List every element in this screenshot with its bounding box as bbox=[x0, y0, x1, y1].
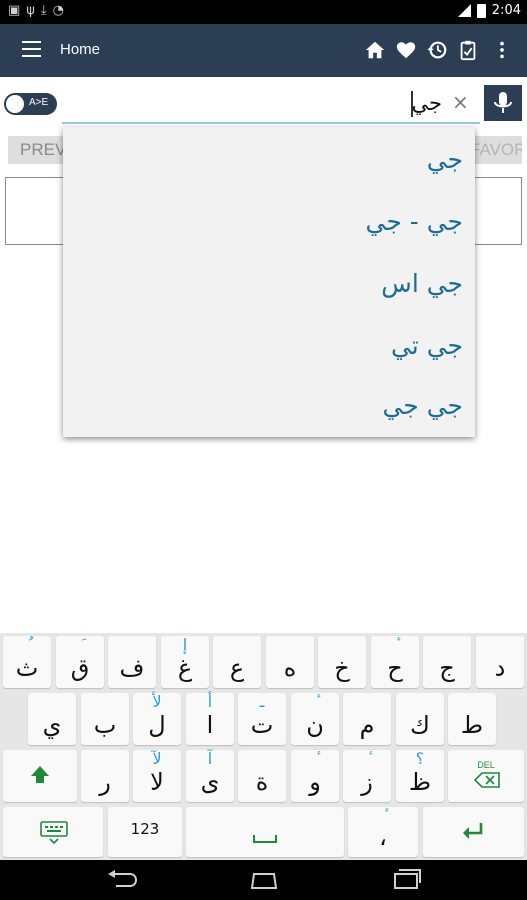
suggestion-item[interactable]: جي bbox=[427, 145, 463, 174]
key[interactable]: ة bbox=[238, 750, 286, 802]
recent-apps-icon[interactable] bbox=[391, 868, 423, 892]
language-direction-toggle[interactable]: A>E bbox=[4, 93, 57, 115]
app-bar: Home bbox=[0, 24, 527, 77]
clear-icon[interactable]: × bbox=[452, 90, 469, 114]
history-icon[interactable] bbox=[426, 39, 448, 61]
toggle-label: A>E bbox=[29, 97, 49, 108]
signal-icon bbox=[457, 4, 471, 17]
search-input[interactable] bbox=[62, 88, 442, 118]
delete-label: DEL bbox=[477, 760, 495, 770]
enter-key[interactable] bbox=[423, 807, 524, 857]
keyboard-settings-key[interactable] bbox=[3, 807, 103, 857]
usb-icon: ψ bbox=[26, 3, 41, 18]
search-underline bbox=[62, 122, 480, 124]
suggestion-item[interactable]: جي اس bbox=[381, 269, 463, 298]
clipboard-icon[interactable] bbox=[457, 39, 479, 61]
key[interactable]: ٔن bbox=[291, 693, 339, 745]
shift-icon bbox=[31, 766, 49, 783]
suggestion-item[interactable]: جي جي bbox=[382, 391, 463, 420]
key[interactable]: ج bbox=[423, 636, 471, 688]
key[interactable]: ٔح bbox=[371, 636, 419, 688]
key[interactable]: ب bbox=[81, 693, 129, 745]
key[interactable]: خ bbox=[318, 636, 366, 688]
back-icon[interactable] bbox=[106, 870, 138, 890]
key[interactable]: ـت bbox=[238, 693, 286, 745]
battery-icon bbox=[476, 3, 486, 18]
heart-icon[interactable] bbox=[395, 39, 417, 61]
previous-button[interactable]: PREVIOUS bbox=[8, 136, 68, 164]
key[interactable]: ع bbox=[213, 636, 261, 688]
key[interactable]: آى bbox=[186, 750, 234, 802]
arabic-keyboard: ُث َق ف إغ ع ه خ ٔح ج د ي ب لأل أا ـت ٔن… bbox=[0, 633, 527, 860]
suggestion-dropdown: جي جي - جي جي اس جي تي جي جي bbox=[63, 127, 475, 437]
toggle-knob bbox=[6, 95, 24, 113]
key[interactable]: ٔز bbox=[343, 750, 391, 802]
home-nav-icon[interactable] bbox=[248, 870, 280, 890]
space-icon bbox=[253, 835, 277, 843]
voice-search-button[interactable] bbox=[484, 85, 522, 121]
home-icon[interactable] bbox=[364, 39, 386, 61]
favorite-button[interactable]: FAVORITE bbox=[470, 136, 522, 164]
key[interactable]: د bbox=[476, 636, 524, 688]
navigation-bar bbox=[0, 860, 527, 900]
key[interactable]: َق bbox=[56, 636, 104, 688]
space-key[interactable] bbox=[186, 807, 344, 857]
key[interactable]: ك bbox=[396, 693, 444, 745]
notification-icons: ▣ψ⤓◔ bbox=[8, 3, 70, 18]
key[interactable]: ف bbox=[108, 636, 156, 688]
key[interactable]: إغ bbox=[161, 636, 209, 688]
status-bar: ▣ψ⤓◔ 2:04 bbox=[0, 0, 527, 24]
suggestion-item[interactable]: جي - جي bbox=[366, 207, 464, 236]
key[interactable]: م bbox=[343, 693, 391, 745]
key[interactable]: ط bbox=[448, 693, 496, 745]
page-title: Home bbox=[60, 41, 101, 58]
text-cursor bbox=[411, 91, 413, 117]
key[interactable]: ر bbox=[81, 750, 129, 802]
delete-key[interactable]: DEL bbox=[448, 750, 524, 802]
key[interactable]: لأ ل bbox=[133, 693, 181, 745]
enter-icon bbox=[463, 823, 483, 839]
key[interactable]: ؟ ظ bbox=[396, 750, 444, 802]
shift-key[interactable] bbox=[3, 750, 77, 802]
comma-key[interactable]: ٔ، bbox=[348, 807, 418, 857]
clock-time: 2:04 bbox=[491, 3, 521, 18]
image-icon: ▣ bbox=[8, 3, 27, 18]
key[interactable]: ُث bbox=[3, 636, 51, 688]
key[interactable]: لآ لا bbox=[133, 750, 181, 802]
key[interactable]: ٔو bbox=[291, 750, 339, 802]
menu-icon[interactable] bbox=[22, 41, 41, 57]
key[interactable]: ي bbox=[28, 693, 76, 745]
wifi-icon: ◔ bbox=[52, 3, 70, 18]
numbers-key[interactable]: 123 bbox=[108, 807, 182, 857]
suggestion-item[interactable]: جي تي bbox=[391, 331, 463, 360]
microphone-icon bbox=[494, 92, 512, 113]
key[interactable]: أا bbox=[186, 693, 234, 745]
download-icon: ⤓ bbox=[40, 3, 53, 18]
key[interactable]: ه bbox=[266, 636, 314, 688]
keyboard-icon bbox=[40, 821, 68, 844]
more-icon[interactable] bbox=[491, 39, 513, 61]
backspace-icon bbox=[474, 772, 500, 788]
